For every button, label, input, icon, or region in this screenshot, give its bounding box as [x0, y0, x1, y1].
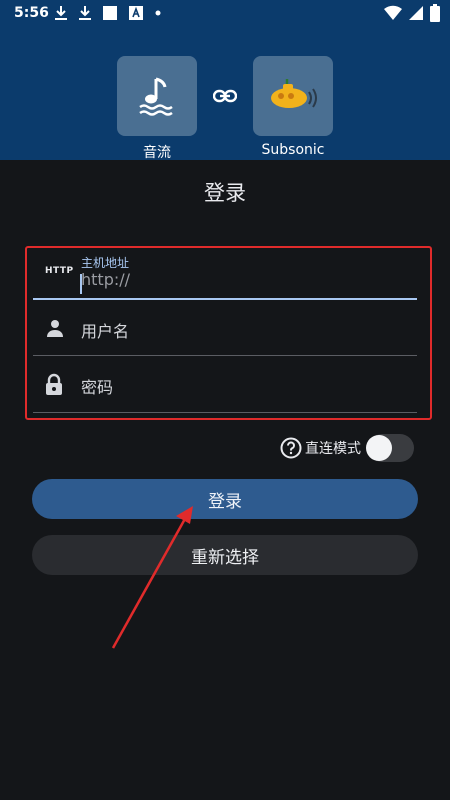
app-label-subsonic: Subsonic — [261, 142, 325, 158]
reselect-button[interactable]: 重新选择 — [32, 535, 418, 575]
wifi-icon — [384, 5, 402, 21]
password-field[interactable]: 密码 — [33, 356, 417, 413]
music-note-waves-icon — [139, 77, 173, 116]
signal-icon — [409, 6, 423, 20]
battery-icon — [430, 4, 440, 22]
status-bar: 5:56 — [0, 0, 450, 26]
download-icon — [55, 6, 67, 20]
host-field[interactable]: HTTP 主机地址 http:// — [33, 250, 417, 300]
app-tile-yinliu — [117, 56, 197, 136]
host-input-value[interactable]: http:// — [81, 270, 130, 289]
http-prefix-icon: HTTP — [45, 266, 74, 276]
direct-mode-toggle[interactable] — [366, 433, 414, 463]
app-label-yinliu: 音流 — [143, 145, 171, 161]
download-icon — [79, 6, 91, 20]
link-icon — [213, 89, 237, 103]
username-input[interactable]: 用户名 — [81, 318, 129, 342]
help-circle-icon[interactable] — [280, 437, 302, 459]
direct-mode-label: 直连模式 — [305, 441, 361, 457]
username-field[interactable]: 用户名 — [33, 300, 417, 356]
page-title: 登录 — [204, 181, 246, 205]
direct-mode-row: 直连模式 — [280, 434, 361, 462]
status-time: 5:56 — [14, 5, 49, 21]
notification-a-icon — [129, 6, 143, 20]
submarine-logo-icon — [271, 79, 317, 108]
host-label: 主机地址 — [81, 256, 130, 270]
password-input[interactable]: 密码 — [81, 374, 113, 398]
person-icon — [47, 320, 63, 337]
status-system-icons — [384, 4, 440, 22]
password-underline — [33, 412, 417, 413]
dot-icon — [155, 10, 161, 16]
status-notification-icons — [54, 4, 162, 22]
login-button[interactable]: 登录 — [32, 479, 418, 519]
square-icon — [103, 6, 117, 20]
lock-icon — [46, 373, 62, 395]
app-tile-subsonic — [253, 56, 333, 136]
toggle-knob — [366, 435, 392, 461]
